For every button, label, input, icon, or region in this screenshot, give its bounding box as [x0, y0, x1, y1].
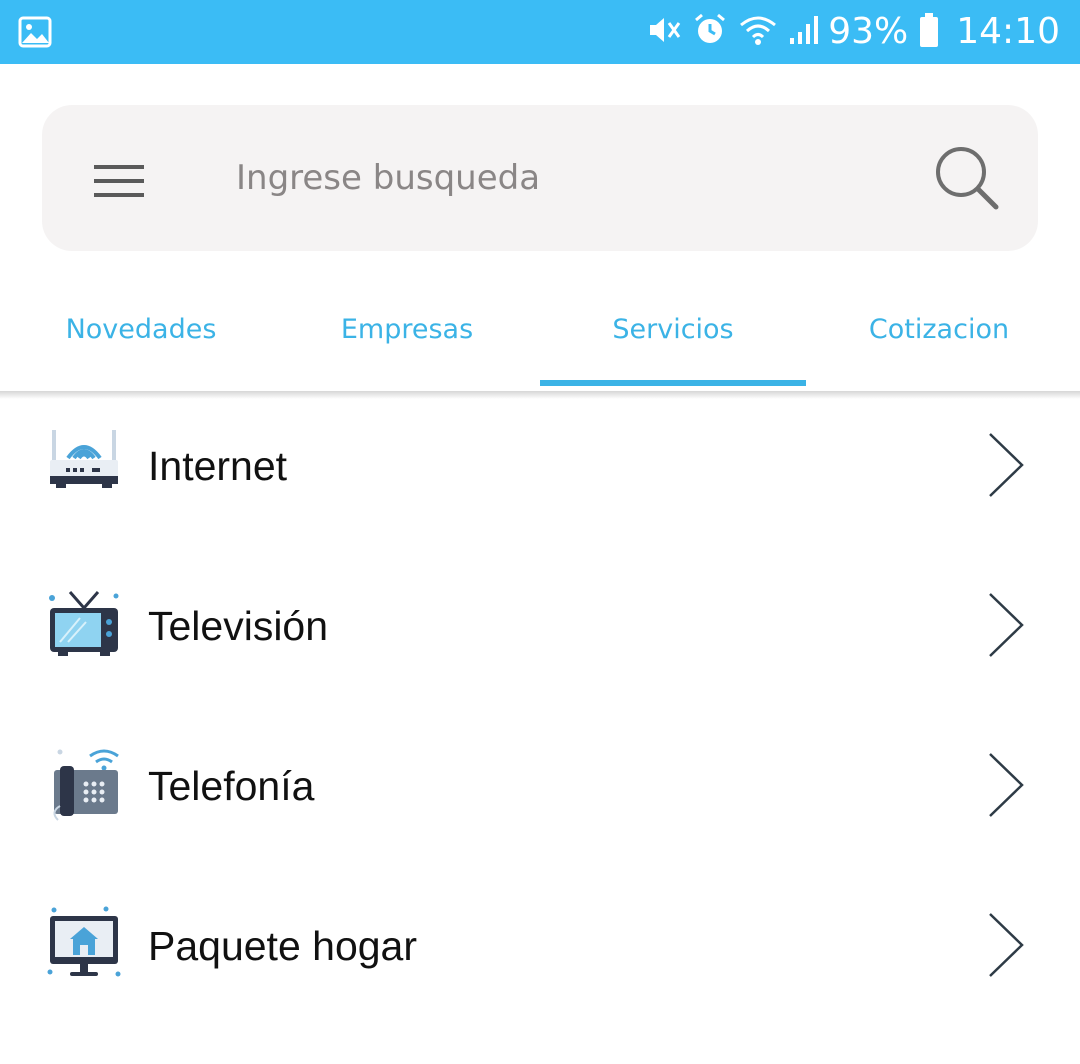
- chevron-right-icon: [986, 912, 1026, 978]
- status-bar: 93% 14:10: [0, 0, 1080, 64]
- phone-icon: [46, 746, 122, 822]
- service-label: Televisión: [148, 602, 329, 649]
- chevron-right-icon: [986, 752, 1026, 818]
- service-label: Telefonía: [148, 762, 315, 809]
- service-item-television[interactable]: Televisión: [0, 546, 1080, 706]
- tab-empresas[interactable]: Empresas: [274, 270, 540, 388]
- chevron-right-icon: [986, 592, 1026, 658]
- tv-icon: [46, 586, 122, 662]
- battery-percent: 93%: [828, 11, 909, 52]
- menu-icon[interactable]: [94, 163, 144, 199]
- tab-cotizacion[interactable]: Cotizacion: [806, 270, 1072, 388]
- tab-servicios[interactable]: Servicios: [540, 270, 806, 388]
- search-bar: [42, 105, 1038, 251]
- router-icon: [46, 426, 122, 502]
- service-item-telefonia[interactable]: Telefonía: [0, 706, 1080, 866]
- wifi-icon: [738, 13, 778, 52]
- home-monitor-icon: [46, 906, 122, 982]
- service-item-internet[interactable]: Internet: [0, 386, 1080, 546]
- gallery-notification-icon: [18, 16, 52, 53]
- service-label: Internet: [148, 442, 288, 489]
- search-input[interactable]: [236, 145, 876, 211]
- clock: 14:10: [956, 11, 1060, 52]
- tab-bar: Novedades Empresas Servicios Cotizacion: [0, 270, 1080, 388]
- chevron-right-icon: [986, 432, 1026, 498]
- service-label: Paquete hogar: [148, 922, 418, 969]
- alarm-icon: [692, 12, 728, 53]
- signal-icon: [788, 14, 819, 51]
- tab-novedades[interactable]: Novedades: [8, 270, 274, 388]
- service-item-paquete-hogar[interactable]: Paquete hogar: [0, 866, 1080, 1026]
- mute-icon: [646, 13, 682, 52]
- battery-icon: [918, 12, 940, 53]
- search-icon[interactable]: [932, 143, 1002, 213]
